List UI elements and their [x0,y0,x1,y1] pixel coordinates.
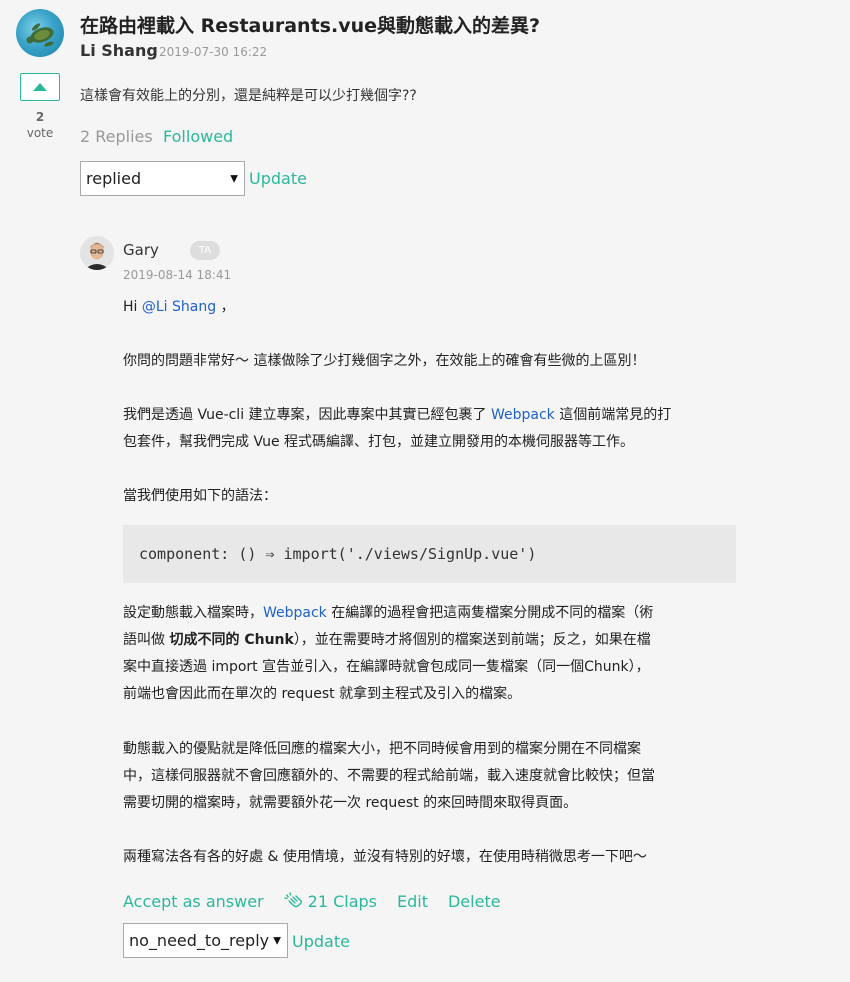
post-status-value: replied [86,169,142,188]
reply-paragraph: 我們是透過 Vue-cli 建立專案，因此專案中其實已經包裹了 Webpack … [123,402,738,456]
paragraph-text: 中，這樣伺服器就不會回應額外的、不需要的程式給前端，載入速度就會比較快；但當 [123,768,655,784]
claps-count: 21 Claps [307,891,377,911]
post-update-button[interactable]: Update [249,169,307,188]
reply-update-button[interactable]: Update [292,932,350,951]
code-text: component: () ⇒ import('./views/SignUp.v… [139,545,537,563]
post-author-avatar [16,9,64,57]
reply-status-select[interactable]: no_need_to_reply ▼ [123,923,288,958]
bold-text: 切成不同的 Chunk [169,632,294,648]
post-date: 2019-07-30 16:22 [159,45,268,59]
reply-date: 2019-08-14 18:41 [123,268,232,282]
reply-paragraph: 設定動態載入檔案時，Webpack 在編譯的過程會把這兩隻檔案分開成不同的檔案（… [123,600,738,708]
post-title: 在路由裡載入 Restaurants.vue與動態載入的差異? [80,15,541,37]
upvote-button[interactable] [20,73,60,101]
reply-status-value: no_need_to_reply [129,931,270,950]
reply-paragraph: 當我們使用如下的語法： [123,488,277,504]
vote-label: vote [26,126,54,140]
reply-author-avatar [80,236,114,270]
reply-paragraph: 你問的問題非常好～ 這樣做除了少打幾個字之外，在效能上的確會有些微的上區別！ [123,353,646,369]
vote-count: 2 [35,110,45,124]
edit-button[interactable]: Edit [397,892,428,911]
paragraph-text: 案中直接透過 import 宣告並引入，在編譯時就會包成同一隻檔案（同一個Chu… [123,659,650,675]
reply-author[interactable]: Gary [123,241,159,259]
paragraph-text: 語叫做 [123,632,170,648]
replies-count: 2 Replies [80,127,153,146]
caret-up-icon [33,83,47,91]
reply-greeting: Hi @Li Shang ， [123,294,738,321]
paragraph-text: 動態載入的優點就是降低回應的檔案大小，把不同時候會用到的檔案分開在不同檔案 [123,741,641,757]
ta-badge: TA [190,241,220,260]
reply-paragraph: 兩種寫法各有各的好處 & 使用情境，並沒有特別的好壞，在使用時稍微思考一下吧～ [123,849,647,865]
delete-button[interactable]: Delete [448,892,501,911]
followed-button[interactable]: Followed [163,127,233,146]
paragraph-text: 需要切開的檔案時，就需要額外花一次 request 的來回時間來取得頁面。 [123,795,578,811]
reply-paragraph: 動態載入的優點就是降低回應的檔案大小，把不同時候會用到的檔案分開在不同檔案 中，… [123,736,738,817]
claps-button[interactable]: 21 Claps [283,891,377,911]
dropdown-arrow-icon: ▼ [273,935,281,946]
paragraph-text: 設定動態載入檔案時， [123,605,263,621]
accept-answer-button[interactable]: Accept as answer [123,892,264,911]
greeting-prefix: Hi [123,299,142,315]
paragraph-text: 前端也會因此而在單次的 request 就拿到主程式及引入的檔案。 [123,686,522,702]
post-author[interactable]: Li Shang [80,41,158,60]
code-block: component: () ⇒ import('./views/SignUp.v… [123,525,736,583]
reply-actions: Accept as answer 21 Claps Edit Delete [123,889,521,913]
paragraph-text: ），並在需要時才將個別的檔案送到前端；反之，如果在檔 [293,632,651,648]
user-mention-link[interactable]: @Li Shang [142,299,216,315]
dropdown-arrow-icon: ▼ [230,173,238,184]
paragraph-text: 包套件，幫我們完成 Vue 程式碼編譯、打包，並建立開發用的本機伺服器等工作。 [123,434,635,450]
paragraph-text: 在編譯的過程會把這兩隻檔案分開成不同的檔案（術 [326,605,654,621]
post-body: 這樣會有效能上的分別，還是純粹是可以少打幾個字?? [80,88,417,104]
paragraph-text: 我們是透過 Vue-cli 建立專案，因此專案中其實已經包裹了 [123,407,491,423]
webpack-link[interactable]: Webpack [263,605,327,621]
post-status-select[interactable]: replied ▼ [80,161,245,196]
webpack-link[interactable]: Webpack [491,407,555,423]
clap-icon [283,892,302,908]
paragraph-text: 這個前端常見的打 [554,407,672,423]
greeting-suffix: ， [216,299,235,315]
